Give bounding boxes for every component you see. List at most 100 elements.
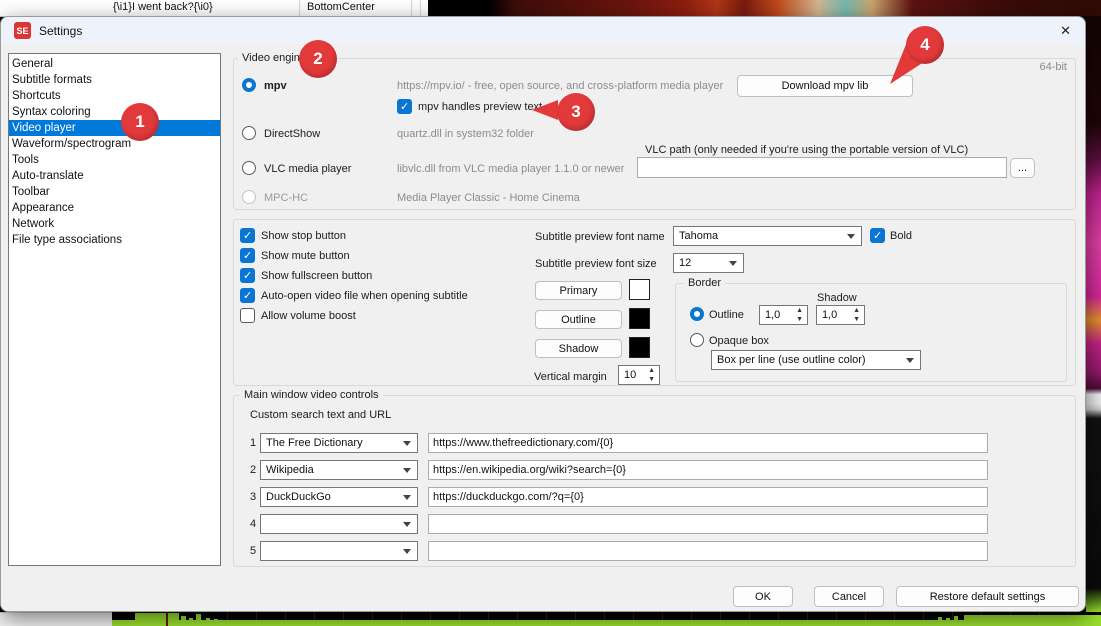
border-group: Border Outline 1,0 ▲ ▼ Shadow 1,0 ▲ ▼ Op… xyxy=(675,283,1067,382)
background-subtitle-text: {\i1}I went back?{\i0} xyxy=(113,1,213,13)
search-engine-combo-4[interactable] xyxy=(260,514,418,534)
directshow-radio[interactable] xyxy=(242,126,256,140)
waveform-spike xyxy=(954,616,958,626)
font-name-combo[interactable]: Tahoma xyxy=(673,226,862,246)
directshow-radio-label[interactable]: DirectShow xyxy=(264,127,320,141)
shadow-color-swatch[interactable] xyxy=(629,337,650,358)
waveform-solid-right xyxy=(964,615,1101,626)
show-mute-checkbox[interactable]: ✓ xyxy=(240,248,255,263)
column-divider xyxy=(411,0,412,16)
search-url-input-5[interactable] xyxy=(428,541,988,561)
mpv-preview-checkbox[interactable]: ✓ xyxy=(397,99,412,114)
outline-color-button[interactable]: Outline xyxy=(535,310,622,329)
search-row-number: 1 xyxy=(250,436,256,450)
dropdown-arrow-icon xyxy=(847,234,855,239)
opaque-box-radio[interactable] xyxy=(690,333,704,347)
opaque-box-radio-label[interactable]: Opaque box xyxy=(709,334,769,348)
sidebar-item-shortcuts[interactable]: Shortcuts xyxy=(9,88,220,104)
box-style-combo[interactable]: Box per line (use outline color) xyxy=(711,350,921,370)
sidebar-item-auto-translate[interactable]: Auto-translate xyxy=(9,168,220,184)
search-url-input-1[interactable] xyxy=(428,433,988,453)
font-name-label: Subtitle preview font name xyxy=(535,230,665,244)
mpc-hc-radio xyxy=(242,190,256,204)
search-engine-combo-2[interactable]: Wikipedia xyxy=(260,460,418,480)
directshow-description: quartz.dll in system32 folder xyxy=(397,127,534,141)
mpc-hc-radio-label: MPC-HC xyxy=(264,191,308,205)
border-group-label: Border xyxy=(684,277,725,289)
sidebar-item-network[interactable]: Network xyxy=(9,216,220,232)
spinner-up-icon[interactable]: ▲ xyxy=(796,306,803,315)
cancel-button[interactable]: Cancel xyxy=(814,586,884,607)
video-engine-group: Video engine 64-bit mpv https://mpv.io/ … xyxy=(233,58,1076,210)
sidebar-item-toolbar[interactable]: Toolbar xyxy=(9,184,220,200)
waveform-green-bar xyxy=(112,620,1101,626)
font-size-combo[interactable]: 12 xyxy=(673,253,744,273)
sidebar-item-subtitle-formats[interactable]: Subtitle formats xyxy=(9,72,220,88)
primary-color-swatch[interactable] xyxy=(629,279,650,300)
show-stop-checkbox-label[interactable]: Show stop button xyxy=(261,229,346,243)
outline-color-swatch[interactable] xyxy=(629,308,650,329)
show-fullscreen-checkbox-label[interactable]: Show fullscreen button xyxy=(261,269,372,283)
search-engine-combo-3[interactable]: DuckDuckGo xyxy=(260,487,418,507)
search-url-input-2[interactable] xyxy=(428,460,988,480)
waveform-spike xyxy=(214,619,218,626)
search-url-input-3[interactable] xyxy=(428,487,988,507)
spinner-up-icon[interactable]: ▲ xyxy=(853,306,860,315)
auto-open-video-checkbox[interactable]: ✓ xyxy=(240,288,255,303)
sidebar-item-syntax-coloring[interactable]: Syntax coloring xyxy=(9,104,220,120)
sidebar-item-file-type-associations[interactable]: File type associations xyxy=(9,232,220,248)
border-shadow-spinner[interactable]: 1,0 ▲ ▼ xyxy=(816,305,865,325)
border-shadow-value: 1,0 xyxy=(822,309,837,321)
mpv-preview-checkbox-label[interactable]: mpv handles preview text xyxy=(418,100,542,114)
restore-defaults-button[interactable]: Restore default settings xyxy=(896,586,1079,607)
dropdown-arrow-icon xyxy=(403,441,411,446)
bold-checkbox-label[interactable]: Bold xyxy=(890,229,912,243)
ok-button[interactable]: OK xyxy=(733,586,793,607)
sidebar-item-tools[interactable]: Tools xyxy=(9,152,220,168)
shadow-color-button[interactable]: Shadow xyxy=(535,339,622,358)
main-controls-group-label: Main window video controls xyxy=(240,389,383,401)
primary-color-button[interactable]: Primary xyxy=(535,281,622,300)
background-position-text: BottomCenter xyxy=(307,1,375,13)
search-engine-combo-5[interactable] xyxy=(260,541,418,561)
column-divider xyxy=(299,0,300,16)
dropdown-arrow-icon xyxy=(403,549,411,554)
border-outline-radio[interactable] xyxy=(690,307,704,321)
border-shadow-label: Shadow xyxy=(817,291,857,305)
spinner-down-icon[interactable]: ▼ xyxy=(853,315,860,324)
spinner-down-icon[interactable]: ▼ xyxy=(648,375,655,384)
sidebar-item-waveform-spectrogram[interactable]: Waveform/spectrogram xyxy=(9,136,220,152)
allow-volume-boost-checkbox-label[interactable]: Allow volume boost xyxy=(261,309,356,323)
vlc-radio[interactable] xyxy=(242,161,256,175)
spinner-up-icon[interactable]: ▲ xyxy=(648,366,655,375)
sidebar-item-general[interactable]: General xyxy=(9,56,220,72)
allow-volume-boost-checkbox[interactable] xyxy=(240,308,255,323)
show-fullscreen-checkbox[interactable]: ✓ xyxy=(240,268,255,283)
spinner-down-icon[interactable]: ▼ xyxy=(796,315,803,324)
vlc-description: libvlc.dll from VLC media player 1.1.0 o… xyxy=(397,162,624,176)
waveform-spike xyxy=(196,614,201,626)
border-outline-spinner[interactable]: 1,0 ▲ ▼ xyxy=(759,305,808,325)
close-icon[interactable]: ✕ xyxy=(1060,23,1071,39)
search-engine-combo-1[interactable]: The Free Dictionary xyxy=(260,433,418,453)
vlc-radio-label[interactable]: VLC media player xyxy=(264,162,351,176)
vertical-margin-spinner[interactable]: 10 ▲ ▼ xyxy=(618,365,660,385)
mpv-radio-label[interactable]: mpv xyxy=(264,79,287,93)
sidebar-item-video-player[interactable]: Video player xyxy=(9,120,220,136)
waveform-left-panel xyxy=(0,612,112,626)
search-url-input-4[interactable] xyxy=(428,514,988,534)
sidebar-item-appearance[interactable]: Appearance xyxy=(9,200,220,216)
waveform-spike xyxy=(206,618,210,626)
show-mute-checkbox-label[interactable]: Show mute button xyxy=(261,249,350,263)
border-outline-radio-label[interactable]: Outline xyxy=(709,308,744,322)
bold-checkbox[interactable]: ✓ xyxy=(870,228,885,243)
vlc-path-input[interactable] xyxy=(637,157,1007,178)
checkmark-icon: ✓ xyxy=(243,270,252,282)
show-stop-checkbox[interactable]: ✓ xyxy=(240,228,255,243)
column-divider xyxy=(420,0,421,16)
auto-open-video-checkbox-label[interactable]: Auto-open video file when opening subtit… xyxy=(261,289,468,303)
vlc-browse-button[interactable]: ... xyxy=(1010,158,1035,178)
arch-label: 64-bit xyxy=(1039,60,1067,74)
background-video-right xyxy=(1086,16,1101,612)
mpv-radio[interactable] xyxy=(242,78,256,92)
